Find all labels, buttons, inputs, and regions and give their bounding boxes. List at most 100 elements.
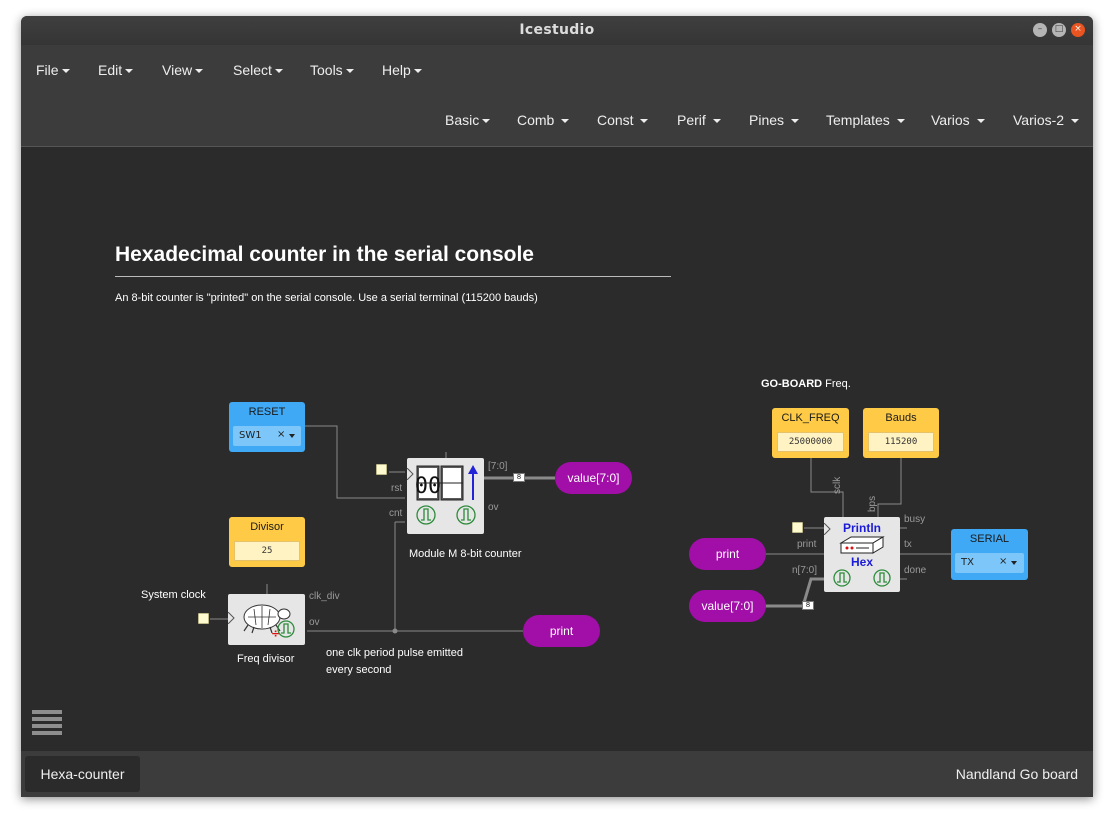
minimize-button[interactable]: – xyxy=(1033,23,1047,37)
divisor-block-title: Divisor xyxy=(250,521,284,533)
reset-pin-value: SW1 xyxy=(239,430,262,441)
serial-pin-value: TX xyxy=(961,557,974,568)
dropdown-arrow-icon xyxy=(1011,561,1017,565)
port-counter-out: [7:0] xyxy=(488,461,508,472)
port-clk-div: clk_div xyxy=(309,591,340,602)
freq-divisor-label: Freq divisor xyxy=(237,653,295,665)
bus-value-n xyxy=(765,577,824,608)
toolbar-varios-2-label: Varios-2 xyxy=(1013,112,1065,128)
bauds-constant-block[interactable]: Bauds 115200 xyxy=(863,408,939,458)
board-freq-note: GO-BOARD Freq. xyxy=(761,376,851,393)
clk-freq-block-title: CLK_FREQ xyxy=(781,412,840,424)
println-clock-pin[interactable] xyxy=(792,522,803,533)
dropdown-arrow-icon xyxy=(289,434,295,438)
serial-output-block[interactable]: SERIAL TX × xyxy=(951,529,1028,580)
clk-freq-value-field[interactable]: 25000000 xyxy=(777,432,844,452)
toolbar-pines-label: Pines xyxy=(749,112,785,128)
port-counter-ov: ov xyxy=(488,502,499,513)
menu-file-label: File xyxy=(36,62,59,78)
icestudio-window: Icestudio – □ × File Edit View Select To… xyxy=(21,16,1093,797)
port-tx: tx xyxy=(904,539,912,550)
println-subtitle: Hex xyxy=(850,555,873,569)
port-n: n[7:0] xyxy=(792,565,818,576)
menu-select-label: Select xyxy=(233,62,272,78)
port-rst: rst xyxy=(391,483,403,494)
menu-select[interactable]: Select xyxy=(233,62,283,78)
chevron-down-icon xyxy=(896,119,905,123)
counter-clock-pin[interactable] xyxy=(376,464,387,475)
menu-bar: File Edit View Select Tools Help xyxy=(21,45,1093,95)
clk-freq-constant-block[interactable]: CLK_FREQ 25000000 xyxy=(772,408,849,458)
project-tab[interactable]: Hexa-counter xyxy=(25,756,140,792)
menu-help[interactable]: Help xyxy=(382,62,422,78)
bus-width-badge: 8 xyxy=(802,601,814,610)
bauds-value-field[interactable]: 115200 xyxy=(868,432,934,452)
label-print-in[interactable]: print xyxy=(689,538,766,570)
reset-pin-select[interactable]: SW1 × xyxy=(233,426,301,446)
wire-junction-dot xyxy=(392,628,398,634)
wire-bauds-bps xyxy=(877,458,902,517)
menu-view-label: View xyxy=(162,62,193,78)
toolbar-templates[interactable]: Templates xyxy=(826,112,905,128)
serial-block-title: SERIAL xyxy=(969,533,1010,545)
serial-device-icon xyxy=(839,536,885,554)
divisor-constant-block[interactable]: Divisor 25 xyxy=(229,517,305,567)
board-name[interactable]: Nandland Go board xyxy=(956,766,1078,782)
system-clock-label: System clock xyxy=(141,589,206,601)
toolbar-pines[interactable]: Pines xyxy=(749,112,799,128)
counter-digit-1: 00 xyxy=(415,474,441,499)
toolbar-basic[interactable]: Basic xyxy=(445,112,491,128)
reset-input-block[interactable]: RESET SW1 × xyxy=(229,402,305,452)
status-bar: Hexa-counter Nandland Go board xyxy=(21,751,1093,797)
clock-input-icon xyxy=(824,523,831,535)
hamburger-menu-icon[interactable] xyxy=(32,710,62,736)
chevron-down-icon xyxy=(640,119,649,123)
counter-icon: 00 xyxy=(415,465,478,525)
title-bar: Icestudio – □ × xyxy=(21,16,1093,45)
menu-edit[interactable]: Edit xyxy=(98,62,134,78)
toolbar-perif[interactable]: Perif xyxy=(677,112,721,128)
serial-pin-select[interactable]: TX × xyxy=(955,553,1024,573)
counter-module-block[interactable]: 00 xyxy=(407,458,484,534)
menu-view[interactable]: View xyxy=(162,62,204,78)
chevron-down-icon xyxy=(482,119,491,123)
toolbar-varios-2[interactable]: Varios-2 xyxy=(1013,112,1079,128)
menu-edit-label: Edit xyxy=(98,62,123,78)
clock-input-icon xyxy=(228,612,235,624)
toolbar-comb[interactable]: Comb xyxy=(517,112,570,128)
system-clock-pin[interactable] xyxy=(198,613,209,624)
pulse-note-line-2: every second xyxy=(326,664,392,676)
design-canvas[interactable]: Hexadecimal counter in the serial consol… xyxy=(21,147,1093,751)
port-cnt: cnt xyxy=(389,508,403,519)
port-bps: bps xyxy=(867,495,878,512)
divisor-value-field[interactable]: 25 xyxy=(234,541,300,561)
toolbar-varios[interactable]: Varios xyxy=(931,112,985,128)
println-title: Println xyxy=(843,521,881,535)
chevron-down-icon xyxy=(561,119,570,123)
freq-divisor-block[interactable]: ÷ xyxy=(228,594,305,645)
bauds-block-title: Bauds xyxy=(885,412,917,424)
toolbar-comb-label: Comb xyxy=(517,112,555,128)
label-value-in[interactable]: value[7:0] xyxy=(689,590,766,622)
menu-tools[interactable]: Tools xyxy=(310,62,354,78)
chevron-down-icon xyxy=(125,69,134,73)
clear-icon[interactable]: × xyxy=(277,429,285,440)
board-note-rest: Freq. xyxy=(822,378,851,390)
close-button[interactable]: × xyxy=(1071,23,1085,37)
menu-file[interactable]: File xyxy=(36,62,70,78)
println-hex-block[interactable]: Println Hex xyxy=(824,517,900,592)
port-divisor-ov: ov xyxy=(309,617,320,628)
chevron-down-icon xyxy=(976,119,985,123)
window-title: Icestudio xyxy=(519,22,595,38)
clock-input-icon xyxy=(407,468,414,480)
label-value-out[interactable]: value[7:0] xyxy=(555,462,632,494)
chevron-down-icon xyxy=(195,69,204,73)
title-divider xyxy=(115,276,671,277)
clear-icon[interactable]: × xyxy=(999,556,1007,567)
hamburger-bar xyxy=(32,724,62,728)
maximize-button[interactable]: □ xyxy=(1052,23,1066,37)
toolbar-const[interactable]: Const xyxy=(597,112,649,128)
label-print-out[interactable]: print xyxy=(523,615,600,647)
toolbar-templates-label: Templates xyxy=(826,112,890,128)
chevron-down-icon xyxy=(345,69,354,73)
